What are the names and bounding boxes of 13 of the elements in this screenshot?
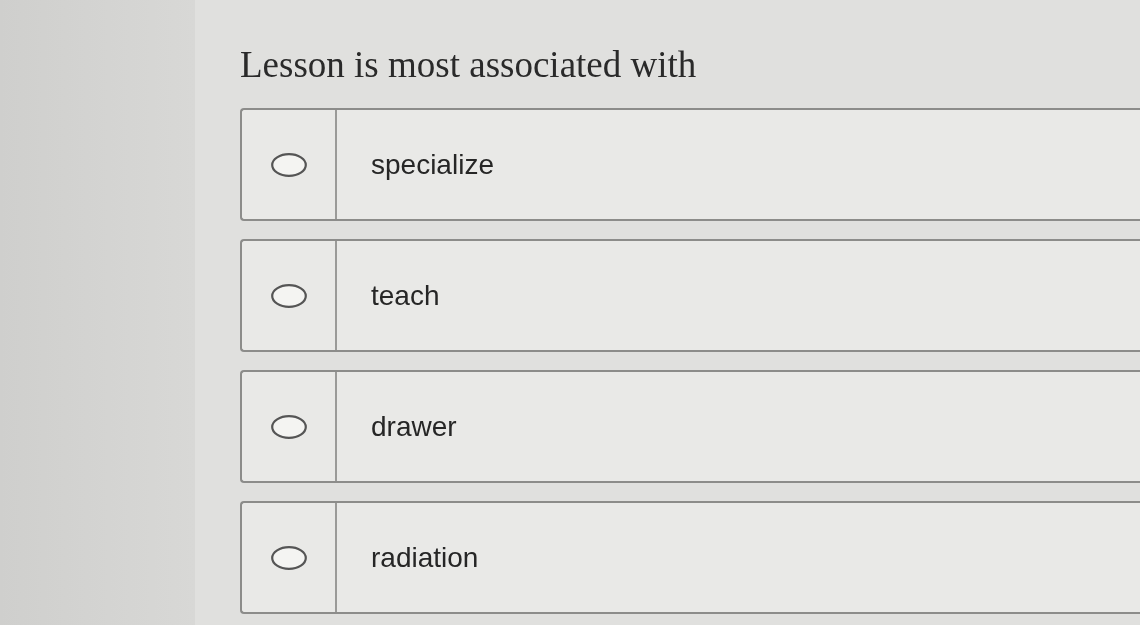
question-text: Lesson is most associated with xyxy=(240,43,697,87)
answer-option[interactable]: teach xyxy=(240,239,1140,352)
option-label: radiation xyxy=(371,540,479,575)
option-label: specialize xyxy=(371,147,494,182)
radio-button[interactable] xyxy=(270,152,307,177)
radio-button[interactable] xyxy=(270,414,307,439)
answer-option[interactable]: specialize xyxy=(240,108,1140,221)
option-label: drawer xyxy=(371,409,457,444)
radio-button[interactable] xyxy=(270,545,307,570)
answer-option[interactable]: radiation xyxy=(240,501,1140,614)
answer-option[interactable]: drawer xyxy=(240,370,1140,483)
option-label: teach xyxy=(371,278,440,313)
radio-button[interactable] xyxy=(270,283,307,308)
